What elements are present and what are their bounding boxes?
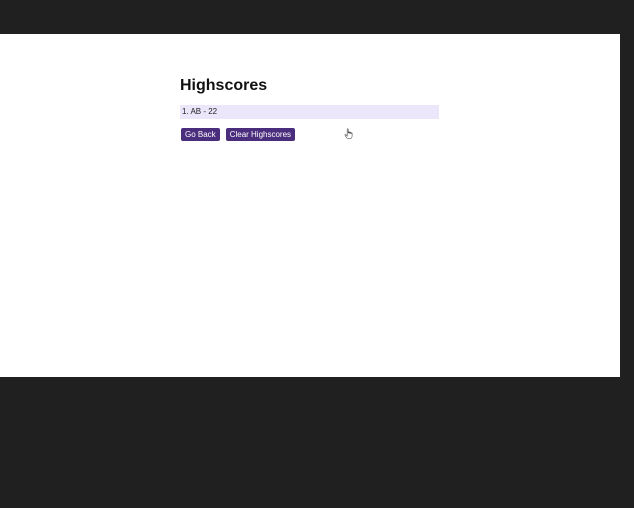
button-row: Go Back Clear Highscores: [180, 128, 440, 141]
hand-pointer-icon: [344, 128, 353, 140]
clear-highscores-button[interactable]: Clear Highscores: [225, 128, 296, 141]
list-item: 1. AB - 22: [180, 105, 439, 119]
page-title: Highscores: [180, 77, 268, 94]
browser-viewport: Highscores 1. AB - 22 Go Back Clear High…: [0, 34, 620, 377]
go-back-button[interactable]: Go Back: [181, 128, 220, 141]
highscore-list: 1. AB - 22: [180, 105, 440, 119]
highscores-panel: Highscores 1. AB - 22 Go Back Clear High…: [180, 77, 440, 141]
